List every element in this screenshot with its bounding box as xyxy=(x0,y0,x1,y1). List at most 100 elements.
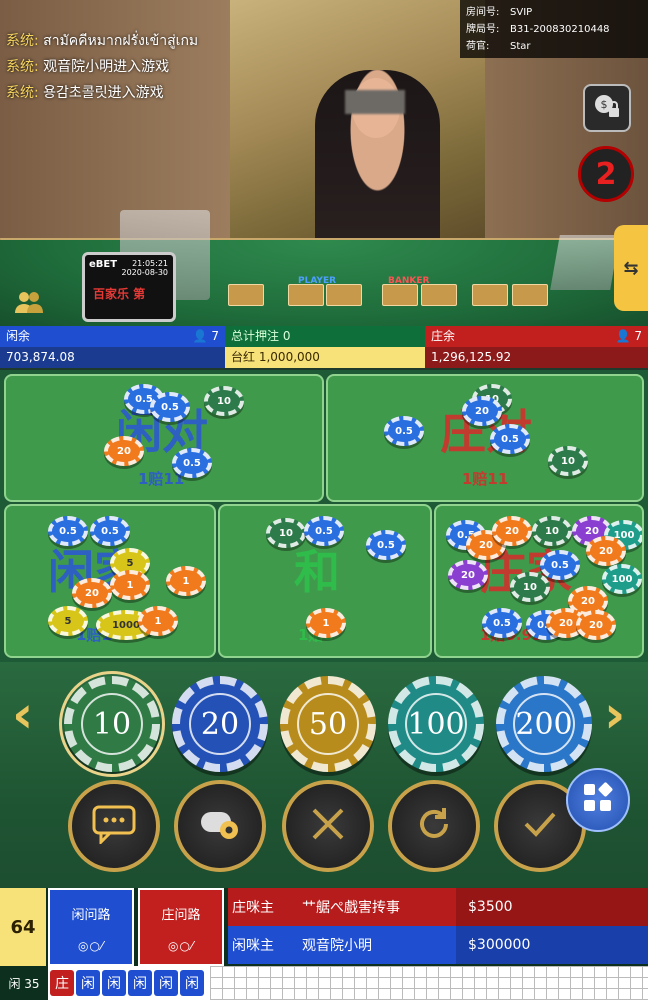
player-ask-road-label: 闲问路 xyxy=(71,908,111,923)
bet-player-pair[interactable]: 闲对 1赔11 0.5 0.5 10 20 0.5 xyxy=(4,374,324,502)
road-icons: ◎○⁄ xyxy=(78,939,104,953)
big-road-grid xyxy=(210,966,648,1000)
grid-menu-icon xyxy=(580,780,616,820)
placed-chip: 10 xyxy=(266,518,306,548)
player-count-value: 7 xyxy=(211,329,219,343)
table-monitor: eBET 21:05:21 2020-08-30 百家乐 第 xyxy=(82,252,176,322)
chip-value: 20 xyxy=(189,693,251,755)
system-message-text: สามัคคีหมากฝรั่งเข้าสู่เกม xyxy=(43,33,199,49)
game-screen: { "system_messages":[ {"label":"系统:","te… xyxy=(0,0,648,1000)
switch-table-tab[interactable]: ⇆ xyxy=(614,225,648,311)
placed-chip: 10 xyxy=(548,446,588,476)
chat-button[interactable] xyxy=(68,780,160,872)
monitor-subtitle: 百家乐 第 xyxy=(93,287,146,301)
player-host-name: 观音院小明 xyxy=(302,938,372,954)
placed-chip: 0.5 xyxy=(540,550,580,580)
chip-settings-button[interactable] xyxy=(174,780,266,872)
people-icon xyxy=(13,290,45,318)
placed-chip: 100 xyxy=(602,564,642,594)
room-number-value: SVIP xyxy=(510,7,533,18)
menu-button[interactable] xyxy=(566,768,630,832)
chip-button-20[interactable]: 20 xyxy=(172,676,268,772)
chip-button-200[interactable]: 200 xyxy=(496,676,592,772)
dealer-label: 荷官: xyxy=(466,41,490,52)
table-card xyxy=(288,284,324,306)
chevron-left-icon[interactable]: ‹ xyxy=(12,685,33,745)
system-message: 系统: 观音院小明进入游戏 xyxy=(6,56,169,76)
player-ask-road-button[interactable]: 闲问路 ◎○⁄ xyxy=(48,888,134,966)
bet-name: 和 xyxy=(294,545,340,599)
shoe-number-value: B31-200830210448 xyxy=(510,24,610,35)
placed-chip: 20 xyxy=(492,516,532,546)
chevron-right-icon[interactable]: › xyxy=(604,685,625,745)
system-message: 系统: 용감초콜릿进入游戏 xyxy=(6,82,164,102)
player-count: 👤 7 xyxy=(193,326,219,347)
svg-text:$: $ xyxy=(601,98,608,111)
countdown-timer: 2 xyxy=(578,146,634,202)
cancel-bet-button[interactable] xyxy=(282,780,374,872)
table-card xyxy=(326,284,362,306)
money-lock-icon: $ xyxy=(592,91,622,125)
user-icon: 👤 xyxy=(192,329,208,343)
player-stats: 闲余 👤 7 703,874.08 xyxy=(0,326,225,368)
placed-chip: 0.5 xyxy=(366,530,406,560)
placed-chip: 10 xyxy=(204,386,244,416)
placed-chip: 20 xyxy=(72,578,112,608)
total-bet-value: 0 xyxy=(282,329,291,343)
placed-chip: 1 xyxy=(166,566,206,596)
chip-value: 50 xyxy=(297,693,359,755)
player-remaining-label: 闲余 xyxy=(6,329,31,343)
chip-value: 10 xyxy=(81,693,143,755)
placed-chip: 10 xyxy=(532,516,572,546)
currency-lock-button[interactable]: $ xyxy=(583,84,631,132)
table-card xyxy=(472,284,508,306)
player-host-label: 闲咪主 xyxy=(232,938,274,954)
bead-player: 闲 xyxy=(180,970,204,996)
monitor-clock: 21:05:21 xyxy=(132,259,168,268)
players-online-button[interactable] xyxy=(10,290,48,318)
bead-player: 闲 xyxy=(128,970,152,996)
banker-ask-road-button[interactable]: 庄问路 ◎○⁄ xyxy=(138,888,224,966)
chip-value: 100 xyxy=(405,693,467,755)
table-card xyxy=(512,284,548,306)
bet-tie[interactable]: 和 1赔8 10 0.5 0.5 1 xyxy=(218,504,432,658)
table-limit-label: 台红 xyxy=(231,350,256,364)
banker-count-value: 7 xyxy=(634,329,642,343)
player-host-amount: $300000 xyxy=(456,926,648,964)
player-host-row: 闲咪主 观音院小明 $300000 xyxy=(228,926,648,964)
table-card xyxy=(421,284,457,306)
bead-banker: 庄 xyxy=(50,970,74,996)
bet-odds: 1赔11 xyxy=(462,470,509,488)
room-info-panel: 房间号: SVIP 牌局号: B31-200830210448 荷官: Star xyxy=(460,0,648,58)
chip-button-100[interactable]: 100 xyxy=(388,676,484,772)
placed-chip: 20 xyxy=(104,436,144,466)
face-blur xyxy=(345,90,405,114)
monitor-logo: eBET xyxy=(89,259,118,270)
placed-chip: 0.5 xyxy=(482,608,522,638)
bead-player: 闲 xyxy=(76,970,100,996)
table-limit-value: 1,000,000 xyxy=(258,350,320,364)
close-icon xyxy=(306,802,350,850)
banker-host-amount: $3500 xyxy=(456,888,648,926)
bet-banker-pair[interactable]: 庄对 1赔11 0.5 10 20 0.5 10 xyxy=(326,374,644,502)
repeat-bet-button[interactable] xyxy=(388,780,480,872)
bet-player[interactable]: 闲家 1赔1 0.5 0.5 5 1 1 20 5 1000 1 xyxy=(4,504,216,658)
system-message-label: 系统: xyxy=(6,59,39,75)
placed-chip: 1 xyxy=(138,606,178,636)
chip-value: 200 xyxy=(513,693,575,755)
room-number-row: 房间号: SVIP xyxy=(466,4,642,21)
table-card xyxy=(228,284,264,306)
chip-button-10[interactable]: 10 xyxy=(59,671,165,777)
bet-stats-bar: 闲余 👤 7 703,874.08 总计押注 0 台红 1,000,000 庄余 👤… xyxy=(0,326,648,368)
placed-chip: 0.5 xyxy=(150,392,190,422)
placed-chip: 20 xyxy=(586,536,626,566)
banker-stats: 庄余 👤 7 1,296,125.92 xyxy=(425,326,648,368)
total-stats: 总计押注 0 台红 1,000,000 xyxy=(225,326,425,368)
bead-road: 闲 35 庄 闲 闲 闲 闲 闲 xyxy=(0,966,648,1000)
player-remaining-amount: 703,874.08 xyxy=(0,347,225,368)
bet-banker[interactable]: 庄家 1赔0.95 0.5 20 20 10 20 100 20 20 0.5 … xyxy=(434,504,644,658)
placed-chip: 20 xyxy=(448,560,488,590)
dealer-row: 荷官: Star xyxy=(466,38,642,55)
chip-button-50[interactable]: 50 xyxy=(280,676,376,772)
dealer-value: Star xyxy=(510,41,531,52)
